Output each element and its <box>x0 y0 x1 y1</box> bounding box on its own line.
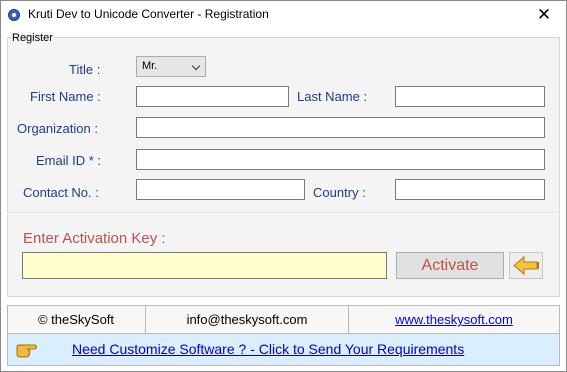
register-legend: Register <box>11 32 54 44</box>
first-name-label: First Name : <box>30 89 101 104</box>
customize-software-link[interactable]: Need Customize Software ? - Click to Sen… <box>72 341 464 357</box>
registration-window: Kruti Dev to Unicode Converter - Registr… <box>0 0 567 372</box>
chevron-down-icon <box>191 61 201 71</box>
last-name-label: Last Name : <box>297 89 368 104</box>
window-title: Kruti Dev to Unicode Converter - Registr… <box>28 7 269 21</box>
email-field[interactable] <box>136 149 545 170</box>
email-label: Email ID * : <box>36 153 102 168</box>
first-name-field[interactable] <box>136 86 289 107</box>
support-email: info@theskysoft.com <box>186 312 308 327</box>
organization-field[interactable] <box>136 117 545 138</box>
country-label: Country : <box>313 185 366 200</box>
back-button[interactable] <box>509 252 543 279</box>
footer-info-row: © theSkySoft info@theskysoft.com www.the… <box>7 305 560 334</box>
activation-key-field[interactable] <box>22 252 387 279</box>
title-select-value: Mr. <box>142 60 158 72</box>
website-link[interactable]: www.theskysoft.com <box>349 306 559 333</box>
close-button[interactable]: ✕ <box>522 1 566 30</box>
app-icon <box>8 9 20 21</box>
title-select[interactable]: Mr. <box>136 56 206 77</box>
country-field[interactable] <box>395 179 545 200</box>
contact-field[interactable] <box>136 179 305 200</box>
last-name-field[interactable] <box>395 86 545 107</box>
activate-button[interactable]: Activate <box>396 252 504 279</box>
title-bar: Kruti Dev to Unicode Converter - Registr… <box>1 1 566 30</box>
activation-key-label: Enter Activation Key : <box>23 230 166 247</box>
title-label: Title : <box>69 62 101 77</box>
customize-software-row[interactable]: Need Customize Software ? - Click to Sen… <box>7 334 560 366</box>
form-divider <box>7 212 560 214</box>
copyright-text: © theSkySoft <box>37 312 115 327</box>
contact-label: Contact No. : <box>23 185 99 200</box>
organization-label: Organization : <box>17 121 98 136</box>
arrow-left-icon <box>513 255 539 276</box>
pointing-hand-icon <box>16 344 38 358</box>
